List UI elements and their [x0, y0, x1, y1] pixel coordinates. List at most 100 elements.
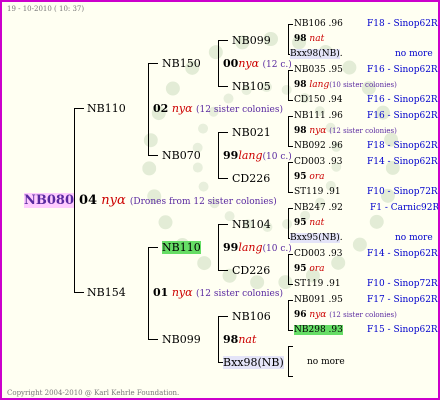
gen4-row[interactable]: ST119 .91	[294, 187, 341, 198]
connector	[288, 70, 289, 100]
gen3-node[interactable]: CD226	[232, 172, 270, 185]
connector	[148, 247, 149, 339]
gen4-row[interactable]: Bxx98(NB).	[290, 49, 343, 60]
gen2-node[interactable]: NB070	[162, 149, 201, 162]
gen3-node[interactable]: NB099	[232, 34, 271, 47]
connector	[148, 63, 149, 155]
gen4-ref: F10 - Sinop72R	[367, 279, 438, 289]
connector	[288, 330, 293, 331]
connector	[218, 86, 228, 87]
gen2-info: 99lang(10 c.)	[223, 149, 292, 162]
connector	[288, 346, 289, 376]
gen3-node[interactable]: NB106	[232, 310, 271, 323]
root-gen: 04	[79, 193, 98, 208]
connector	[218, 178, 228, 179]
gen1-info: 01 nyα (12 sister colonies)	[153, 286, 283, 299]
gen1-node[interactable]: NB154	[87, 286, 126, 299]
gen4-ref-nomore: no more	[307, 357, 345, 367]
root-name: NB080	[24, 193, 75, 208]
gen4-ref: F14 - Sinop62R	[367, 157, 438, 167]
connector	[288, 24, 293, 25]
gen3-node[interactable]: CD226	[232, 264, 270, 277]
gen1-info: 02 nyα (12 sister colonies)	[153, 102, 283, 115]
gen2-node[interactable]: NB110	[162, 241, 201, 254]
connector	[288, 24, 289, 54]
gen4-row[interactable]: CD003 .93	[294, 157, 342, 168]
connector	[218, 270, 228, 271]
gen4-row[interactable]: NB092 .96	[294, 141, 343, 152]
connector	[218, 316, 228, 317]
gen4-row[interactable]: NB091 .95	[294, 295, 343, 306]
gen4-row[interactable]: 98 nat	[294, 34, 324, 45]
gen2-info: 00nyα (12 c.)	[223, 57, 292, 70]
copyright: Copyright 2004-2010 @ Karl Kehrle Founda…	[7, 389, 180, 397]
connector	[288, 284, 293, 285]
gen2-node[interactable]: NB099	[162, 333, 201, 346]
connector	[74, 108, 84, 109]
gen4-row[interactable]: NB111 .96	[294, 111, 343, 122]
gen4-ref: F10 - Sinop72R	[367, 187, 438, 197]
gen4-ref: F15 - Sinop62R	[367, 325, 438, 335]
gen4-row[interactable]: NB106 .96	[294, 19, 343, 30]
gen4-row[interactable]: ST119 .91	[294, 279, 341, 290]
gen3-node[interactable]: NB104	[232, 218, 271, 231]
connector	[288, 162, 289, 192]
connector	[218, 224, 219, 270]
connector	[74, 292, 84, 293]
connector	[288, 116, 293, 117]
gen3-node[interactable]: Bxx98(NB)	[223, 356, 284, 369]
connector	[288, 254, 289, 284]
connector	[218, 224, 228, 225]
gen4-ref: F1 - Carnic92R	[370, 203, 440, 213]
connector	[288, 192, 293, 193]
gen4-row[interactable]: CD003 .93	[294, 249, 342, 260]
gen4-ref: no more	[395, 49, 433, 59]
connector	[218, 132, 219, 178]
gen4-ref: no more	[395, 233, 433, 243]
gen4-row[interactable]: NB247 .92	[294, 203, 343, 214]
connector	[148, 247, 158, 248]
gen4-ref: F16 - Sinop62R	[367, 65, 438, 75]
gen4-ref: F16 - Sinop62R	[367, 111, 438, 121]
gen4-row[interactable]: 95 nat	[294, 218, 324, 229]
connector	[288, 208, 289, 238]
connector	[218, 40, 228, 41]
gen4-ref: F14 - Sinop62R	[367, 249, 438, 259]
gen2-info: 99lang(10 c.)	[223, 241, 292, 254]
root-info: 04 nyα (Drones from 12 sister colonies)	[79, 193, 277, 208]
connector	[218, 316, 219, 362]
gen4-row[interactable]: NB298 .93	[294, 325, 343, 336]
gen4-row[interactable]: 95 ora	[294, 264, 325, 275]
gen4-ref: F16 - Sinop62R	[367, 95, 438, 105]
gen4-row[interactable]: Bxx95(NB).	[290, 233, 343, 244]
pedigree-frame: 19 - 10-2010 ( 10: 37) NB080 04 nyα (Dro…	[0, 0, 440, 400]
gen1-node[interactable]: NB110	[87, 102, 126, 115]
connector	[288, 376, 293, 377]
connector	[288, 208, 293, 209]
connector	[218, 40, 219, 86]
root-race: nyα	[101, 193, 126, 208]
connector	[288, 346, 293, 347]
gen3-node[interactable]: NB021	[232, 126, 271, 139]
gen2-node[interactable]: NB150	[162, 57, 201, 70]
gen2-info: 98nat	[223, 333, 257, 346]
gen4-row[interactable]: 98 lang(10 sister colonies)	[294, 80, 397, 91]
connector	[148, 339, 158, 340]
root-note: (Drones from 12 sister colonies)	[129, 197, 277, 207]
gen4-row[interactable]: 96 nyα (12 sister colonies)	[294, 310, 397, 321]
connector	[288, 100, 293, 101]
gen4-row[interactable]: 95 ora	[294, 172, 325, 183]
gen4-ref: F18 - Sinop62R	[367, 19, 438, 29]
connector	[148, 63, 158, 64]
connector	[288, 146, 293, 147]
gen4-ref: F17 - Sinop62R	[367, 295, 438, 305]
gen4-row[interactable]: NB035 .95	[294, 65, 343, 76]
gen4-ref: F18 - Sinop62R	[367, 141, 438, 151]
connector	[288, 300, 293, 301]
gen4-row[interactable]: CD150 .94	[294, 95, 342, 106]
gen3-node[interactable]: NB105	[232, 80, 271, 93]
root-node[interactable]: NB080	[24, 193, 75, 208]
gen4-row[interactable]: 98 nyα (12 sister colonies)	[294, 126, 397, 137]
connector	[148, 155, 158, 156]
connector	[288, 300, 289, 330]
